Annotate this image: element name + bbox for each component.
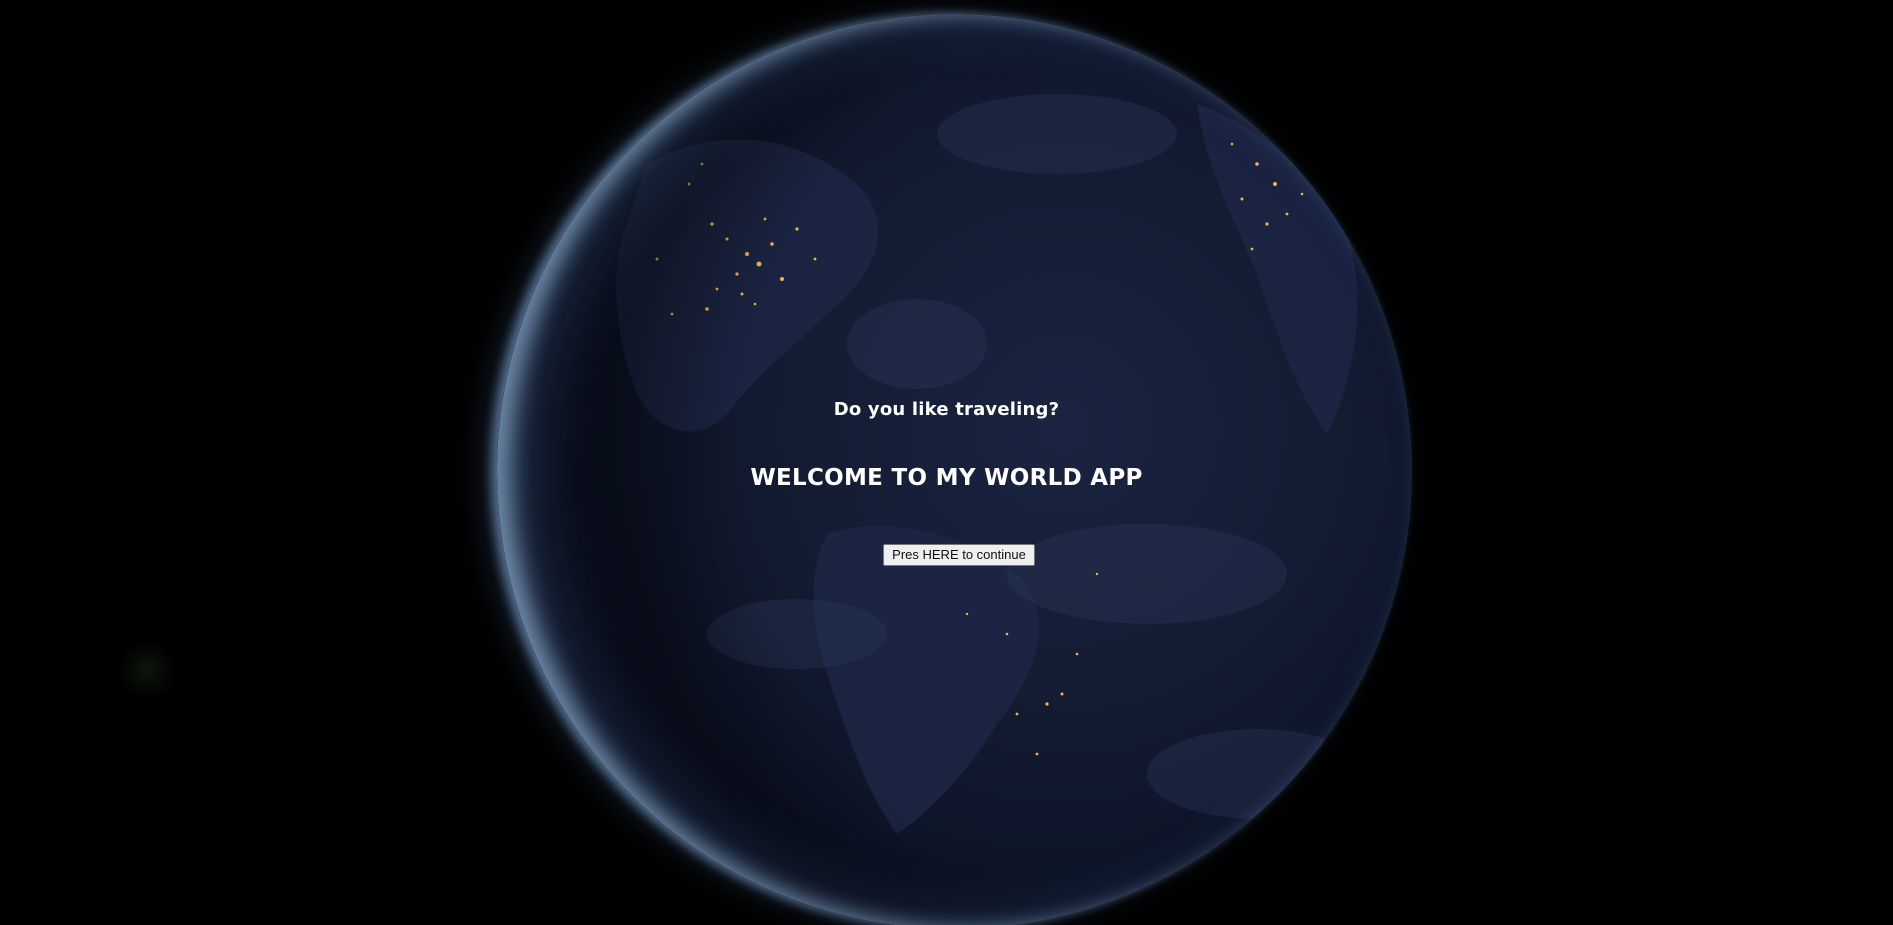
- continue-button[interactable]: Pres HERE to continue: [883, 544, 1035, 566]
- welcome-heading: WELCOME TO MY WORLD APP: [750, 465, 1143, 491]
- page-background: Do you like traveling? WELCOME TO MY WOR…: [0, 0, 1893, 925]
- tagline-heading: Do you like traveling?: [833, 399, 1060, 420]
- hero-content: Do you like traveling? WELCOME TO MY WOR…: [0, 0, 1893, 925]
